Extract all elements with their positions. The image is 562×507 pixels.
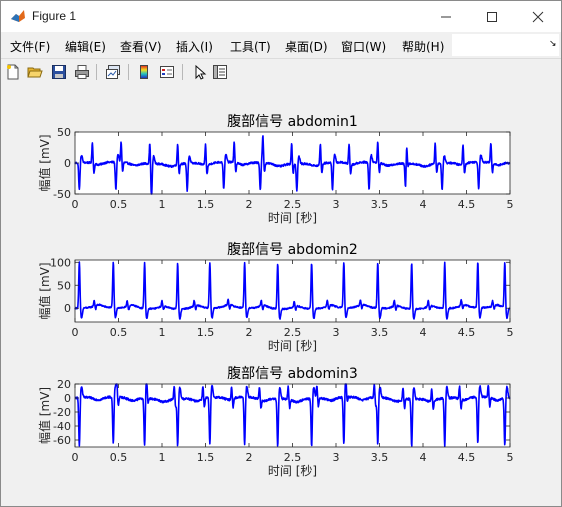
open-file-button[interactable]	[26, 63, 44, 81]
axes-1-xlabel: 时间 [秒]	[268, 211, 317, 225]
y-tick-label: -60	[53, 434, 71, 447]
axes-2-title: 腹部信号 abdomin2	[227, 241, 358, 258]
y-tick-label: 0	[64, 157, 71, 170]
x-tick-label: 3	[333, 326, 340, 339]
y-tick-label: 20	[57, 378, 71, 391]
maximize-icon	[487, 11, 497, 22]
y-tick-label: -20	[53, 406, 71, 419]
save-icon	[52, 65, 66, 79]
y-tick-label: 50	[57, 126, 71, 139]
x-tick-label: 0	[72, 326, 79, 339]
x-tick-label: 4	[420, 451, 427, 464]
x-tick-label: 1.5	[197, 326, 215, 339]
y-tick-label: 0	[64, 302, 71, 315]
x-tick-label: 5	[507, 198, 514, 211]
axes-1-title: 腹部信号 abdomin1	[227, 113, 358, 130]
menu-tools[interactable]: 工具(T)	[230, 38, 271, 55]
x-tick-label: 2.5	[284, 451, 302, 464]
menu-window[interactable]: 窗口(W)	[341, 38, 386, 55]
menu-bar-spacer	[452, 34, 559, 56]
minimize-button[interactable]	[423, 1, 469, 32]
x-tick-label: 2	[246, 198, 253, 211]
link-plot-icon	[106, 65, 120, 79]
axes-3-title: 腹部信号 abdomin3	[227, 365, 358, 382]
x-tick-label: 1.5	[197, 198, 215, 211]
save-button[interactable]	[50, 63, 68, 81]
menu-edit[interactable]: 编辑(E)	[65, 38, 106, 55]
new-figure-icon	[7, 64, 19, 80]
new-figure-button[interactable]	[4, 63, 22, 81]
insert-legend-icon	[160, 66, 174, 78]
x-tick-label: 3.5	[371, 198, 389, 211]
y-tick-label: 50	[57, 279, 71, 292]
insert-colorbar-button[interactable]	[135, 63, 153, 81]
x-tick-label: 0	[72, 198, 79, 211]
property-inspector-icon	[213, 65, 227, 79]
y-tick-label: 0	[64, 392, 71, 405]
x-tick-label: 4.5	[458, 198, 476, 211]
figure-toolbar	[1, 58, 561, 86]
menu-desktop[interactable]: 桌面(D)	[285, 38, 328, 55]
x-tick-label: 3	[333, 198, 340, 211]
x-tick-label: 1	[159, 198, 166, 211]
axes-2-ylabel: 幅值 [mV]	[37, 262, 52, 319]
x-tick-label: 2.5	[284, 198, 302, 211]
axes-3-xlabel: 时间 [秒]	[268, 464, 317, 478]
open-file-icon	[27, 67, 43, 78]
x-tick-label: 0.5	[110, 198, 128, 211]
property-inspector-button[interactable]	[211, 63, 229, 81]
x-tick-label: 4.5	[458, 451, 476, 464]
menu-bar: 文件(F) 编辑(E) 查看(V) 插入(I) 工具(T) 桌面(D) 窗口(W…	[1, 33, 561, 57]
axes-2-xlabel: 时间 [秒]	[268, 339, 317, 353]
x-tick-label: 5	[507, 326, 514, 339]
x-tick-label: 4.5	[458, 326, 476, 339]
figure-canvas[interactable]: 0 0.5 1 1.5 2 2.5 3 3.5 4 4.5 5 -50 0 50 腹部信号 abdomin1…	[1, 85, 561, 506]
x-tick-label: 4	[420, 198, 427, 211]
print-button[interactable]	[73, 63, 91, 81]
x-tick-label: 2	[246, 451, 253, 464]
link-plot-button[interactable]	[104, 63, 122, 81]
toolbar-separator	[182, 64, 183, 80]
insert-colorbar-icon	[140, 65, 148, 79]
insert-legend-button[interactable]	[158, 63, 176, 81]
axes-1-ylabel: 幅值 [mV]	[37, 134, 52, 191]
axes-3-ylabel: 幅值 [mV]	[37, 387, 52, 444]
x-tick-label: 3.5	[371, 451, 389, 464]
x-tick-label: 3.5	[371, 326, 389, 339]
x-tick-label: 0.5	[110, 326, 128, 339]
close-button[interactable]	[515, 1, 561, 32]
x-tick-label: 2	[246, 326, 253, 339]
y-tick-label: -40	[53, 420, 71, 433]
window-title: Figure 1	[32, 9, 77, 23]
matlab-icon	[11, 10, 25, 22]
x-tick-label: 0.5	[110, 451, 128, 464]
y-tick-label: 100	[50, 256, 71, 269]
menu-view[interactable]: 查看(V)	[120, 38, 162, 55]
x-tick-label: 3	[333, 451, 340, 464]
x-tick-label: 1	[159, 326, 166, 339]
minimize-icon	[441, 16, 451, 17]
close-icon	[532, 11, 544, 22]
edit-plot-icon	[195, 64, 207, 80]
x-tick-label: 5	[507, 451, 514, 464]
maximize-button[interactable]	[469, 1, 515, 32]
menu-insert[interactable]: 插入(I)	[176, 38, 213, 55]
menu-overflow-icon[interactable]: ↘	[549, 39, 557, 49]
menu-file[interactable]: 文件(F)	[10, 38, 50, 55]
title-bar[interactable]: Figure 1	[1, 1, 561, 32]
x-tick-label: 4	[420, 326, 427, 339]
figure-window: Figure 1 文件(F) 编辑(E) 查看(V) 插入(I) 工具(T) 桌…	[0, 0, 562, 507]
plot-svg: 0 0.5 1 1.5 2 2.5 3 3.5 4 4.5 5-50050腹部信号 abdomin1…	[37, 113, 514, 478]
x-tick-label: 1	[159, 451, 166, 464]
x-tick-label: 2.5	[284, 326, 302, 339]
toolbar-separator	[96, 64, 97, 80]
x-tick-label: 0	[72, 451, 79, 464]
print-icon	[75, 65, 89, 79]
y-tick-label: -50	[53, 188, 71, 201]
x-tick-label: 1.5	[197, 451, 215, 464]
menu-help[interactable]: 帮助(H)	[402, 38, 444, 55]
toolbar-separator	[128, 64, 129, 80]
edit-plot-button[interactable]	[190, 63, 208, 81]
